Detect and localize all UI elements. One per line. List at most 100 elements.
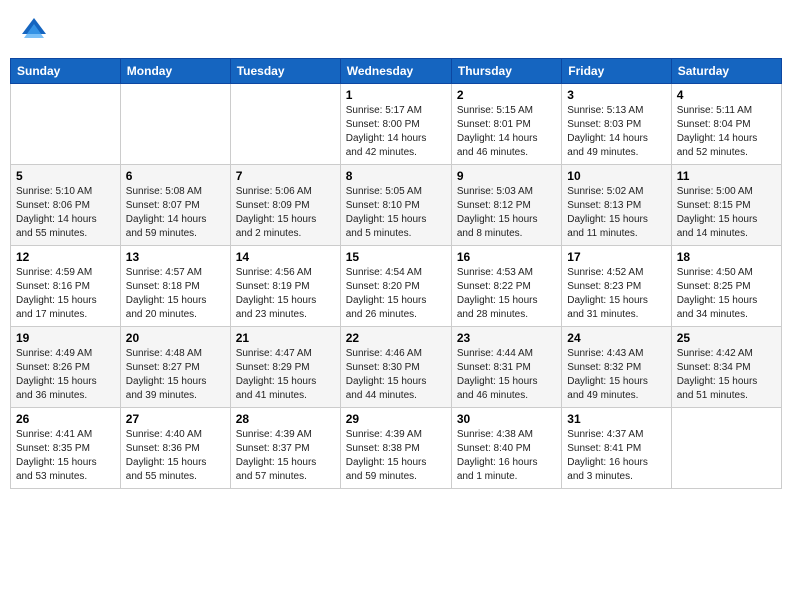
calendar-week-row: 26 Sunrise: 4:41 AM Sunset: 8:35 PM Dayli…	[11, 408, 782, 489]
calendar-cell: 16 Sunrise: 4:53 AM Sunset: 8:22 PM Dayli…	[451, 246, 561, 327]
calendar-cell: 17Sunrise: 4:52 AM Sunset: 8:23 PM Dayli…	[562, 246, 671, 327]
day-number: 10	[567, 169, 665, 183]
day-number: 5	[16, 169, 115, 183]
day-info: Sunrise: 4:52 AM Sunset: 8:23 PM Dayligh…	[567, 266, 665, 322]
day-number: 9	[457, 169, 556, 183]
calendar-week-row: 1 Sunrise: 5:17 AM Sunset: 8:00 PM Daylig…	[11, 84, 782, 165]
day-number: 22	[346, 331, 446, 345]
calendar-cell: 24Sunrise: 4:43 AM Sunset: 8:32 PM Dayli…	[562, 327, 671, 408]
day-info: Sunrise: 4:56 AM Sunset: 8:19 PM Dayligh…	[236, 266, 335, 322]
calendar-week-row: 5 Sunrise: 5:10 AM Sunset: 8:06 PM Daylig…	[11, 165, 782, 246]
calendar-cell: 5 Sunrise: 5:10 AM Sunset: 8:06 PM Daylig…	[11, 165, 121, 246]
day-number: 7	[236, 169, 335, 183]
weekday-header-row: SundayMondayTuesdayWednesdayThursdayFrid…	[11, 59, 782, 84]
calendar-cell: 22Sunrise: 4:46 AM Sunset: 8:30 PM Dayli…	[340, 327, 451, 408]
day-info: Sunrise: 4:49 AM Sunset: 8:26 PM Dayligh…	[16, 347, 115, 403]
day-info: Sunrise: 4:38 AM Sunset: 8:40 PM Dayligh…	[457, 428, 556, 484]
calendar-cell: 2Sunrise: 5:15 AM Sunset: 8:01 PM Daylig…	[451, 84, 561, 165]
calendar-body: 1 Sunrise: 5:17 AM Sunset: 8:00 PM Daylig…	[11, 84, 782, 489]
day-info: Sunrise: 5:03 AM Sunset: 8:12 PM Dayligh…	[457, 185, 556, 241]
calendar-cell: 8 Sunrise: 5:05 AM Sunset: 8:10 PM Daylig…	[340, 165, 451, 246]
calendar-header: SundayMondayTuesdayWednesdayThursdayFrid…	[11, 59, 782, 84]
day-number: 3	[567, 88, 665, 102]
day-number: 8	[346, 169, 446, 183]
day-number: 26	[16, 412, 115, 426]
day-number: 27	[126, 412, 225, 426]
day-info: Sunrise: 4:37 AM Sunset: 8:41 PM Dayligh…	[567, 428, 665, 484]
calendar-cell	[120, 84, 230, 165]
calendar-cell: 3 Sunrise: 5:13 AM Sunset: 8:03 PM Daylig…	[562, 84, 671, 165]
day-number: 12	[16, 250, 115, 264]
calendar-cell: 12 Sunrise: 4:59 AM Sunset: 8:16 PM Dayli…	[11, 246, 121, 327]
weekday-header: Tuesday	[230, 59, 340, 84]
calendar-cell: 29 Sunrise: 4:39 AM Sunset: 8:38 PM Dayli…	[340, 408, 451, 489]
day-info: Sunrise: 4:39 AM Sunset: 8:38 PM Dayligh…	[346, 428, 446, 484]
weekday-header: Monday	[120, 59, 230, 84]
calendar-week-row: 12 Sunrise: 4:59 AM Sunset: 8:16 PM Dayli…	[11, 246, 782, 327]
day-number: 18	[677, 250, 776, 264]
day-info: Sunrise: 5:05 AM Sunset: 8:10 PM Dayligh…	[346, 185, 446, 241]
day-info: Sunrise: 5:15 AM Sunset: 8:01 PM Dayligh…	[457, 104, 556, 160]
day-number: 23	[457, 331, 556, 345]
day-info: Sunrise: 5:02 AM Sunset: 8:13 PM Dayligh…	[567, 185, 665, 241]
day-info: Sunrise: 4:54 AM Sunset: 8:20 PM Dayligh…	[346, 266, 446, 322]
day-number: 11	[677, 169, 776, 183]
weekday-header: Saturday	[671, 59, 781, 84]
day-number: 6	[126, 169, 225, 183]
day-number: 21	[236, 331, 335, 345]
logo	[18, 14, 54, 46]
calendar-cell: 18 Sunrise: 4:50 AM Sunset: 8:25 PM Dayli…	[671, 246, 781, 327]
logo-icon	[18, 14, 50, 46]
day-number: 19	[16, 331, 115, 345]
weekday-header: Sunday	[11, 59, 121, 84]
day-info: Sunrise: 4:47 AM Sunset: 8:29 PM Dayligh…	[236, 347, 335, 403]
day-number: 20	[126, 331, 225, 345]
calendar-cell: 26 Sunrise: 4:41 AM Sunset: 8:35 PM Dayli…	[11, 408, 121, 489]
page-header	[10, 10, 782, 50]
day-info: Sunrise: 5:11 AM Sunset: 8:04 PM Dayligh…	[677, 104, 776, 160]
calendar-cell: 7 Sunrise: 5:06 AM Sunset: 8:09 PM Daylig…	[230, 165, 340, 246]
day-number: 1	[346, 88, 446, 102]
day-info: Sunrise: 4:50 AM Sunset: 8:25 PM Dayligh…	[677, 266, 776, 322]
calendar-cell: 27 Sunrise: 4:40 AM Sunset: 8:36 PM Dayli…	[120, 408, 230, 489]
calendar-cell: 10 Sunrise: 5:02 AM Sunset: 8:13 PM Dayli…	[562, 165, 671, 246]
day-info: Sunrise: 4:57 AM Sunset: 8:18 PM Dayligh…	[126, 266, 225, 322]
day-info: Sunrise: 4:41 AM Sunset: 8:35 PM Dayligh…	[16, 428, 115, 484]
calendar-cell: 13 Sunrise: 4:57 AM Sunset: 8:18 PM Dayli…	[120, 246, 230, 327]
day-number: 30	[457, 412, 556, 426]
day-info: Sunrise: 4:53 AM Sunset: 8:22 PM Dayligh…	[457, 266, 556, 322]
day-number: 13	[126, 250, 225, 264]
calendar-cell	[671, 408, 781, 489]
day-info: Sunrise: 5:06 AM Sunset: 8:09 PM Dayligh…	[236, 185, 335, 241]
day-info: Sunrise: 5:00 AM Sunset: 8:15 PM Dayligh…	[677, 185, 776, 241]
day-number: 16	[457, 250, 556, 264]
day-info: Sunrise: 4:40 AM Sunset: 8:36 PM Dayligh…	[126, 428, 225, 484]
day-number: 25	[677, 331, 776, 345]
day-info: Sunrise: 5:17 AM Sunset: 8:00 PM Dayligh…	[346, 104, 446, 160]
weekday-header: Thursday	[451, 59, 561, 84]
calendar-cell: 6Sunrise: 5:08 AM Sunset: 8:07 PM Daylig…	[120, 165, 230, 246]
calendar-cell: 14 Sunrise: 4:56 AM Sunset: 8:19 PM Dayli…	[230, 246, 340, 327]
calendar-cell: 19 Sunrise: 4:49 AM Sunset: 8:26 PM Dayli…	[11, 327, 121, 408]
calendar-cell: 11 Sunrise: 5:00 AM Sunset: 8:15 PM Dayli…	[671, 165, 781, 246]
day-number: 28	[236, 412, 335, 426]
day-info: Sunrise: 4:59 AM Sunset: 8:16 PM Dayligh…	[16, 266, 115, 322]
calendar-cell: 25 Sunrise: 4:42 AM Sunset: 8:34 PM Dayli…	[671, 327, 781, 408]
calendar-cell: 31Sunrise: 4:37 AM Sunset: 8:41 PM Dayli…	[562, 408, 671, 489]
day-number: 24	[567, 331, 665, 345]
calendar-cell: 23 Sunrise: 4:44 AM Sunset: 8:31 PM Dayli…	[451, 327, 561, 408]
calendar-cell: 20Sunrise: 4:48 AM Sunset: 8:27 PM Dayli…	[120, 327, 230, 408]
day-info: Sunrise: 4:44 AM Sunset: 8:31 PM Dayligh…	[457, 347, 556, 403]
day-number: 14	[236, 250, 335, 264]
day-number: 4	[677, 88, 776, 102]
day-info: Sunrise: 4:42 AM Sunset: 8:34 PM Dayligh…	[677, 347, 776, 403]
calendar-cell	[230, 84, 340, 165]
day-info: Sunrise: 5:10 AM Sunset: 8:06 PM Dayligh…	[16, 185, 115, 241]
calendar-cell: 30 Sunrise: 4:38 AM Sunset: 8:40 PM Dayli…	[451, 408, 561, 489]
calendar-cell: 4 Sunrise: 5:11 AM Sunset: 8:04 PM Daylig…	[671, 84, 781, 165]
day-number: 15	[346, 250, 446, 264]
calendar-cell: 9 Sunrise: 5:03 AM Sunset: 8:12 PM Daylig…	[451, 165, 561, 246]
day-info: Sunrise: 4:39 AM Sunset: 8:37 PM Dayligh…	[236, 428, 335, 484]
day-info: Sunrise: 5:13 AM Sunset: 8:03 PM Dayligh…	[567, 104, 665, 160]
day-number: 29	[346, 412, 446, 426]
